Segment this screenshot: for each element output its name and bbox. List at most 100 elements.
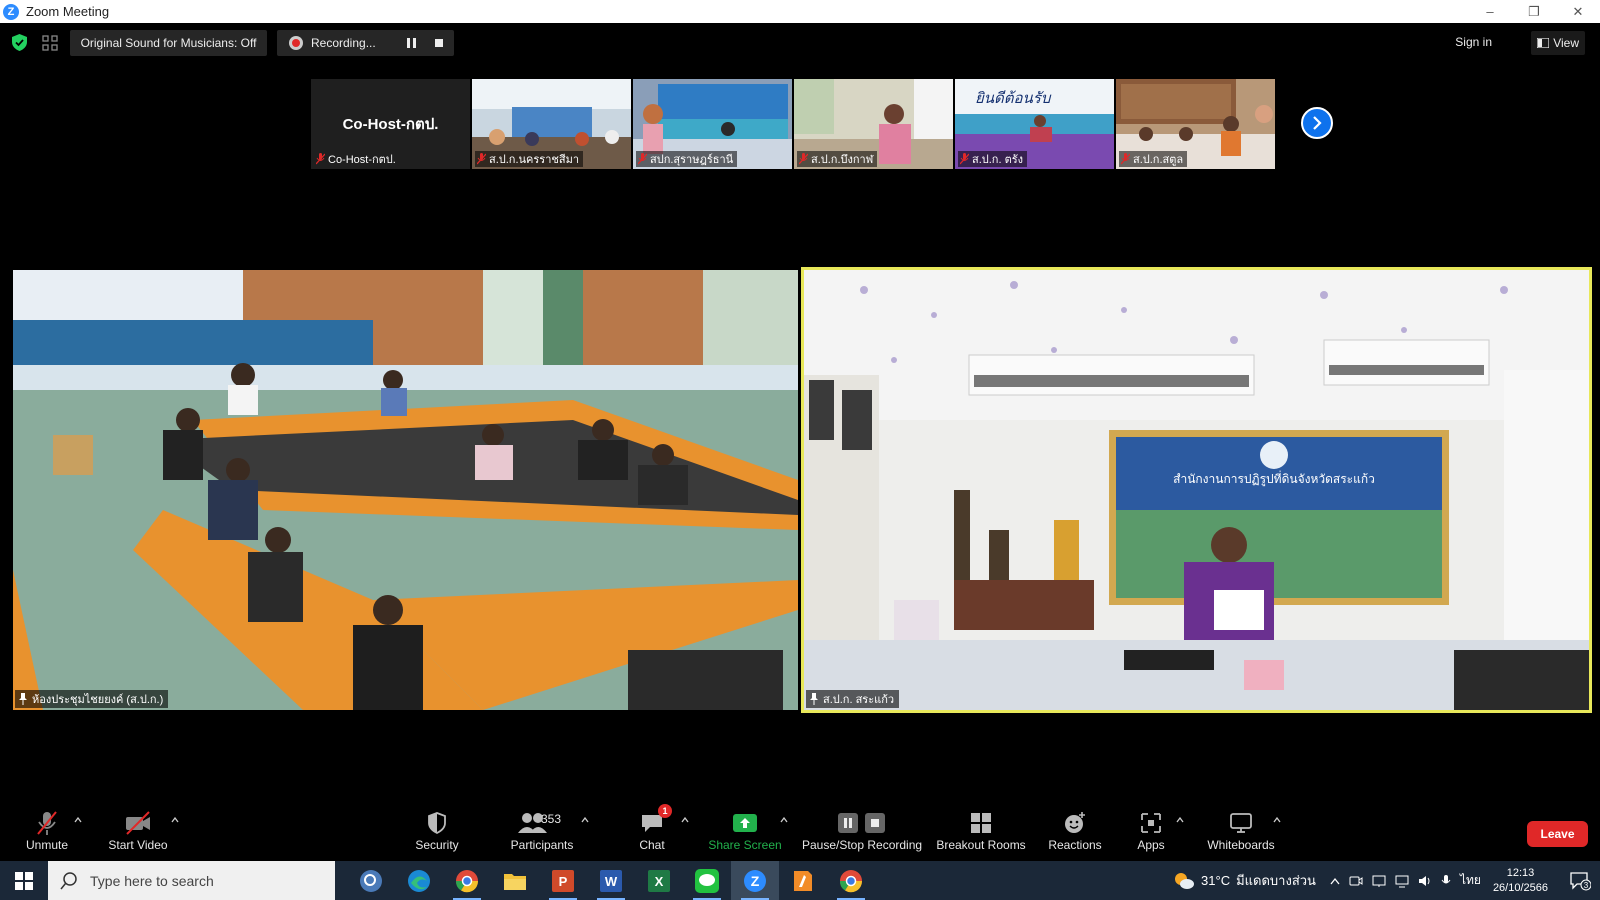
whiteboards-label: Whiteboards <box>1207 838 1275 852</box>
view-grid-icon <box>1537 38 1550 48</box>
apps-icon <box>1141 813 1161 833</box>
apps-button[interactable]: Apps <box>1131 810 1171 858</box>
share-options-caret-icon[interactable] <box>780 817 788 823</box>
chrome-icon <box>455 869 479 892</box>
muted-mic-icon <box>1121 153 1130 165</box>
view-button[interactable]: View <box>1531 31 1585 55</box>
chat-button[interactable]: 1 Chat <box>628 804 676 858</box>
video-thumb-cohost[interactable]: Co-Host-กตป. Co-Host-กตป. <box>311 79 470 169</box>
breakout-rooms-button[interactable]: Breakout Rooms <box>936 810 1026 858</box>
video-thumb-nakhonratchasima[interactable]: ส.ป.ก.นครราชสีมา <box>472 79 631 169</box>
notification-count: 3 <box>1584 881 1589 890</box>
participants-button[interactable]: 353 Participants <box>507 810 577 858</box>
pause-stop-recording-button[interactable]: Pause/Stop Recording <box>802 810 922 858</box>
stop-recording-icon[interactable] <box>435 39 443 47</box>
start-video-button[interactable]: Start Video <box>107 810 169 858</box>
encryption-shield-icon[interactable] <box>12 34 27 51</box>
taskbar-app-file-explorer[interactable] <box>491 861 539 900</box>
security-button[interactable]: Security <box>412 810 462 858</box>
video-off-icon <box>126 811 150 835</box>
taskbar-app-chrome-2[interactable] <box>827 861 875 900</box>
pin-icon <box>19 693 27 705</box>
meeting-topbar: Original Sound for Musicians: Off Record… <box>0 23 1600 63</box>
participant-label: ส.ป.ก.นครราชสีมา <box>475 151 584 167</box>
display-icon[interactable] <box>1395 874 1409 888</box>
taskbar-app-zoom[interactable]: Z <box>731 861 779 900</box>
notification-center-button[interactable]: 3 <box>1560 871 1600 891</box>
taskbar-app-search[interactable] <box>347 861 395 900</box>
video-options-caret-icon[interactable] <box>171 817 179 823</box>
main-video-left[interactable]: ห้องประชุมไชยยงค์ (ส.ป.ก.) <box>13 270 798 710</box>
pause-stop-icon <box>838 813 885 833</box>
meet-now-icon[interactable] <box>1349 874 1363 888</box>
participants-caret-icon[interactable] <box>581 817 589 823</box>
svg-text:Z: Z <box>751 873 760 889</box>
taskbar-app-line[interactable] <box>683 861 731 900</box>
next-page-button[interactable] <box>1301 107 1333 139</box>
participant-name: ส.ป.ก.บึงกาฬ <box>811 154 874 166</box>
video-thumb-buengkan[interactable]: ส.ป.ก.บึงกาฬ <box>794 79 953 169</box>
line-icon <box>695 868 719 893</box>
taskbar-app-edge[interactable] <box>395 861 443 900</box>
participant-name: ส.ป.ก. ตรัง <box>972 154 1024 166</box>
apps-label: Apps <box>1137 838 1165 852</box>
taskbar-app-other[interactable] <box>779 861 827 900</box>
video-thumb-trang[interactable]: ยินดีต้อนรับ ส.ป.ก. ตรัง <box>955 79 1114 169</box>
trang-banner-text: ยินดีต้อนรับ <box>975 89 1052 107</box>
system-tray: 31°C มีแดดบางส่วน ไทย 12:13 26/10/2566 3 <box>1173 861 1600 900</box>
volume-icon[interactable] <box>1418 874 1432 888</box>
network-icon[interactable] <box>1372 874 1386 888</box>
partly-sunny-icon <box>1175 872 1195 889</box>
app-icon <box>794 870 812 891</box>
zoom-icon: Z <box>744 869 766 892</box>
taskbar-app-word[interactable]: W <box>587 861 635 900</box>
audio-options-caret-icon[interactable] <box>74 817 82 823</box>
close-button[interactable]: ✕ <box>1556 0 1600 23</box>
pause-recording-icon[interactable] <box>407 38 416 48</box>
participants-label: Participants <box>510 838 574 852</box>
participant-label: Co-Host-กตป. <box>314 151 400 167</box>
chat-caret-icon[interactable] <box>681 817 689 823</box>
taskbar-app-chrome[interactable] <box>443 861 491 900</box>
taskbar-app-powerpoint[interactable]: P <box>539 861 587 900</box>
main-video-right-active-speaker[interactable]: สำนักงานการปฏิรูปที่ดินจังหวัดสระแก้ว ส.… <box>801 267 1592 713</box>
taskbar-clock[interactable]: 12:13 26/10/2566 <box>1493 866 1548 896</box>
weather-widget[interactable]: 31°C มีแดดบางส่วน <box>1173 870 1316 891</box>
word-icon: W <box>600 869 622 892</box>
video-feed <box>13 270 798 710</box>
gallery-grid-icon[interactable] <box>42 35 58 51</box>
restore-button[interactable]: ❐ <box>1512 0 1556 23</box>
reactions-smiley-icon <box>1065 812 1085 833</box>
sign-in-link[interactable]: Sign in <box>1455 35 1492 49</box>
video-thumb-suratthani[interactable]: สปก.สุราษฎร์ธานี <box>633 79 792 169</box>
minimize-button[interactable]: – <box>1468 0 1512 23</box>
participant-label: ส.ป.ก. สระแก้ว <box>806 690 900 708</box>
participant-label: ส.ป.ก. ตรัง <box>958 151 1028 167</box>
whiteboards-button[interactable]: Whiteboards <box>1205 810 1277 858</box>
notification-icon: 3 <box>1570 871 1591 890</box>
cloud-recording-icon <box>289 36 303 50</box>
whiteboards-caret-icon[interactable] <box>1273 817 1281 823</box>
svg-text:W: W <box>605 874 618 889</box>
taskbar-search-box[interactable]: Type here to search <box>48 861 335 900</box>
input-language[interactable]: ไทย <box>1460 871 1481 890</box>
reactions-label: Reactions <box>1048 838 1102 852</box>
apps-caret-icon[interactable] <box>1176 817 1184 823</box>
taskbar-app-excel[interactable]: X <box>635 861 683 900</box>
participant-label: ส.ป.ก.บึงกาฬ <box>797 151 878 167</box>
weather-text: มีแดดบางส่วน <box>1236 873 1316 888</box>
reactions-button[interactable]: Reactions <box>1045 810 1105 858</box>
start-button[interactable] <box>0 861 48 900</box>
windows-taskbar: Type here to search P W X Z 31°C มีแดดบา… <box>0 861 1600 900</box>
leave-button[interactable]: Leave <box>1527 821 1588 847</box>
unmute-button[interactable]: Unmute <box>22 810 72 858</box>
share-screen-button[interactable]: Share Screen <box>708 810 782 858</box>
clock-date: 26/10/2566 <box>1492 881 1548 894</box>
microphone-icon[interactable] <box>1441 874 1451 888</box>
chat-unread-badge: 1 <box>658 804 672 818</box>
original-sound-toggle[interactable]: Original Sound for Musicians: Off <box>70 30 267 56</box>
video-thumb-satun[interactable]: ส.ป.ก.สตูล <box>1116 79 1275 169</box>
office-banner-text: สำนักงานการปฏิรูปที่ดินจังหวัดสระแก้ว <box>1173 470 1375 487</box>
show-hidden-icons-chevron-icon[interactable] <box>1330 877 1340 885</box>
edge-icon <box>408 869 430 892</box>
